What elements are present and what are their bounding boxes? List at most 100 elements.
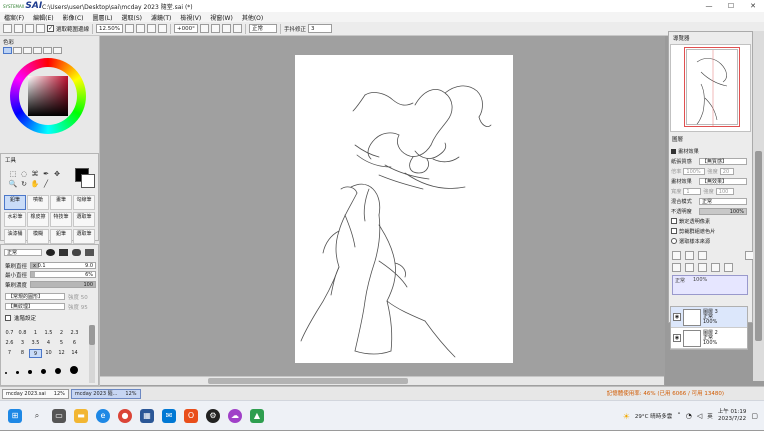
tool-pencil[interactable]: 鉛筆 [4, 195, 26, 210]
maximize-button[interactable]: ☐ [720, 0, 742, 12]
size-preset[interactable]: 3 [16, 339, 29, 348]
menu-filter[interactable]: 濾鏡(T) [151, 13, 171, 22]
chrome-icon[interactable]: ● [118, 408, 132, 423]
secondary-color-swatch[interactable] [81, 174, 95, 188]
color-wheel-tab[interactable] [3, 47, 12, 54]
clipping-checkbox[interactable] [671, 228, 677, 234]
minimize-button[interactable]: — [698, 0, 720, 12]
eyedropper-icon[interactable]: ✒ [41, 170, 51, 179]
file-explorer-icon[interactable]: ▬ [74, 408, 88, 423]
lasso-icon[interactable]: ◌ [19, 170, 29, 179]
size-preset[interactable]: 12 [55, 349, 68, 358]
chevron-up-icon[interactable]: ˄ [677, 412, 681, 420]
scratchpad-tab[interactable] [53, 47, 62, 54]
magic-wand-icon[interactable]: ⌘ [30, 170, 40, 179]
size-preset[interactable]: 8 [16, 349, 29, 358]
tool-pencil-2[interactable]: 鉛筆 [50, 229, 72, 244]
layer-row[interactable]: ◉ 圖層 2 正常 100% [671, 328, 747, 349]
rgb-slider-tab[interactable] [13, 47, 22, 54]
blend-select[interactable]: 正常 [249, 24, 278, 33]
size-preset[interactable]: 3.5 [29, 339, 42, 348]
weather-text[interactable]: 29°C 晴時多雲 [635, 412, 672, 420]
flip-button[interactable] [233, 24, 243, 33]
brush-blend-select[interactable]: 正常 [4, 249, 42, 256]
menu-edit[interactable]: 編輯(E) [33, 13, 53, 22]
tool-watercolor[interactable]: 水彩筆 [4, 212, 26, 227]
brush-strength-value[interactable]: 100 [715, 187, 734, 195]
size-preset[interactable]: 10 [42, 349, 55, 358]
texture-select[interactable]: 【無紋理】 [5, 303, 65, 310]
saturation-value-square[interactable] [28, 76, 68, 116]
paper-strength-value[interactable]: 20 [719, 167, 734, 175]
min-size-slider[interactable]: 6% [30, 271, 96, 278]
brush-width-value[interactable]: 1 [683, 187, 702, 195]
task-view-icon[interactable]: ▭ [52, 408, 66, 423]
clock[interactable]: 上午 01:19 2023/7/22 [718, 409, 747, 423]
toolbar-button-4[interactable] [36, 24, 45, 33]
rect-select-icon[interactable]: ⬚ [8, 170, 18, 179]
tool-blur[interactable]: 模糊 [27, 229, 49, 244]
zoom-reset-button[interactable] [158, 24, 168, 33]
menu-layer[interactable]: 圖層(L) [93, 13, 113, 22]
menu-other[interactable]: 其他(O) [242, 13, 263, 22]
layer-row[interactable]: ◉ 圖層 3 正常 100% [671, 307, 747, 328]
size-preset[interactable]: 7 [3, 349, 16, 358]
new-folder-button[interactable] [698, 251, 707, 260]
horizontal-scrollbar[interactable] [100, 376, 664, 385]
paper-scale-value[interactable]: 100% [683, 167, 706, 175]
stabilizer-select[interactable]: 3 [308, 24, 333, 33]
size-preset[interactable]: 6 [68, 339, 81, 348]
layer-blend-select[interactable]: 正常 [699, 197, 747, 205]
brush-shape-flat-icon[interactable] [85, 249, 94, 256]
size-preset[interactable]: 0.7 [3, 329, 16, 338]
rotate-icon[interactable]: ↻ [19, 180, 29, 189]
new-layer-button[interactable] [672, 251, 681, 260]
tool-special-pen[interactable]: 特技筆 [50, 212, 72, 227]
vertical-scrollbar[interactable] [753, 31, 764, 381]
brush-size-slider[interactable]: x 0.1 9.0 [30, 262, 96, 269]
line-icon[interactable]: ╱ [41, 180, 51, 189]
brush-shape-soft-icon[interactable] [72, 249, 81, 256]
merge-down-button[interactable] [685, 263, 694, 272]
merge-visible-button[interactable] [698, 263, 707, 272]
photos-icon[interactable]: ▲ [250, 408, 264, 423]
menu-canvas[interactable]: 影像(C) [63, 13, 84, 22]
close-button[interactable]: ✕ [742, 0, 764, 12]
zoom-out-button[interactable] [125, 24, 135, 33]
trash-icon[interactable] [711, 263, 720, 272]
tool-inking-pen[interactable]: 勾線筆 [73, 195, 95, 210]
windows-icon[interactable]: ⊞ [8, 408, 22, 423]
notification-icon[interactable]: ▢ [751, 412, 758, 420]
collapse-icon[interactable] [671, 148, 676, 154]
store-icon[interactable]: ▦ [140, 408, 154, 423]
selected-layer-strip[interactable]: 正常 100% [672, 275, 748, 295]
weather-icon[interactable]: ☀ [623, 412, 630, 421]
swatches-tab[interactable] [43, 47, 52, 54]
office-icon[interactable]: O [184, 408, 198, 423]
zoom-fit-button[interactable] [147, 24, 157, 33]
rotation-field[interactable]: +000° [174, 24, 199, 33]
size-preset[interactable]: 1 [29, 329, 42, 338]
rotate-reset-button[interactable] [222, 24, 232, 33]
rotate-right-button[interactable] [211, 24, 221, 33]
tool-eraser[interactable]: 橡皮擦 [27, 212, 49, 227]
paper-texture-select[interactable]: 【無質感】 [699, 157, 747, 165]
messenger-icon[interactable]: ☁ [228, 408, 242, 423]
hand-icon[interactable]: ✋ [30, 180, 40, 189]
clear-layer-button[interactable] [724, 263, 733, 272]
size-preset[interactable]: 14 [68, 349, 81, 358]
toolbar-button-3[interactable] [25, 24, 34, 33]
edge-icon[interactable]: e [96, 408, 110, 423]
eye-icon[interactable]: ◉ [673, 334, 681, 342]
size-preset[interactable]: 2 [55, 329, 68, 338]
new-linework-layer-button[interactable] [685, 251, 694, 260]
brush-effect-select[interactable]: 【無效果】 [699, 177, 747, 185]
menu-file[interactable]: 檔案(F) [4, 13, 24, 22]
mail-icon[interactable]: ✉ [162, 408, 176, 423]
size-preset-selected[interactable]: 9 [29, 349, 42, 358]
network-icon[interactable]: ◔ [686, 412, 692, 420]
tool-bucket[interactable]: 油漆桶 [4, 229, 26, 244]
copy-layer-button[interactable] [672, 263, 681, 272]
menu-window[interactable]: 視窗(W) [210, 13, 233, 22]
size-preset[interactable]: 0.8 [16, 329, 29, 338]
